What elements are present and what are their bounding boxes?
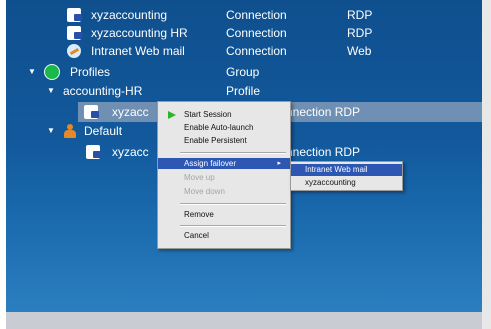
connection-icon bbox=[67, 26, 82, 40]
tree-row-profile[interactable]: ▼ accounting-HR Profile bbox=[6, 81, 482, 101]
expand-toggle-icon[interactable]: ▼ bbox=[28, 62, 36, 82]
status-bar bbox=[6, 312, 482, 329]
connection-type: Connection bbox=[226, 8, 287, 22]
group-name: Profiles bbox=[70, 65, 111, 79]
window-edge bbox=[482, 0, 491, 329]
submenu-item-label: xyzaccounting bbox=[305, 178, 356, 187]
connection-icon bbox=[84, 105, 99, 119]
group-icon bbox=[44, 64, 60, 80]
tree-row-connection[interactable]: xyzaccounting HR Connection RDP bbox=[6, 23, 482, 43]
menu-item-label: Assign failover bbox=[184, 159, 237, 168]
connection-name: xyzaccounting bbox=[91, 8, 168, 22]
menu-item-move-down[interactable]: Move down bbox=[158, 186, 290, 197]
connection-protocol: RDP bbox=[347, 8, 373, 22]
tree-row-connection[interactable]: Intranet Web mail Connection Web bbox=[6, 41, 482, 61]
submenu-arrow-icon: ▸ bbox=[277, 160, 281, 167]
menu-separator bbox=[180, 225, 286, 227]
profile-name: accounting-HR bbox=[63, 84, 143, 98]
connection-icon bbox=[67, 8, 82, 22]
connection-type: Connection bbox=[226, 44, 287, 58]
menu-separator bbox=[180, 203, 286, 205]
menu-item-label: Start Session bbox=[184, 110, 232, 119]
context-menu: Start Session Enable Auto-launch Enable … bbox=[157, 101, 291, 249]
menu-item-label: Cancel bbox=[184, 231, 209, 240]
profile-type: Profile bbox=[226, 84, 261, 98]
connection-type: nnection RDP bbox=[286, 105, 361, 119]
submenu-item-xyzaccounting[interactable]: xyzaccounting bbox=[291, 177, 402, 189]
failover-submenu: Intranet Web mail xyzaccounting bbox=[290, 161, 403, 191]
menu-item-move-up[interactable]: Move up bbox=[158, 172, 290, 183]
menu-item-label: Enable Persistent bbox=[184, 136, 247, 145]
connection-icon bbox=[86, 145, 101, 159]
connection-name: xyzaccounting HR bbox=[91, 26, 188, 40]
connection-protocol: Web bbox=[347, 44, 372, 58]
menu-separator bbox=[180, 152, 286, 154]
connection-name: xyzacc bbox=[112, 105, 149, 119]
menu-item-remove[interactable]: Remove bbox=[158, 209, 290, 220]
tree-row-group[interactable]: ▼ Profiles Group bbox=[6, 62, 482, 82]
connection-type: nnection RDP bbox=[286, 145, 361, 159]
expand-toggle-icon[interactable]: ▼ bbox=[47, 121, 55, 141]
profile-name: Default bbox=[84, 124, 123, 138]
menu-item-label: Enable Auto-launch bbox=[184, 123, 254, 132]
group-type: Group bbox=[226, 65, 260, 79]
menu-item-assign-failover[interactable]: Assign failover ▸ bbox=[158, 158, 290, 169]
menu-item-start-session[interactable]: Start Session bbox=[158, 109, 290, 120]
expand-toggle-icon[interactable]: ▼ bbox=[47, 81, 55, 101]
connection-type: Connection bbox=[226, 26, 287, 40]
tree-row-connection[interactable]: xyzaccounting Connection RDP bbox=[6, 5, 482, 25]
play-icon bbox=[168, 111, 176, 119]
menu-item-label: Remove bbox=[184, 210, 214, 219]
connection-protocol: RDP bbox=[347, 26, 373, 40]
menu-item-label: Move up bbox=[184, 173, 215, 182]
menu-item-enable-persistent[interactable]: Enable Persistent bbox=[158, 135, 290, 146]
submenu-item-intranet-web-mail[interactable]: Intranet Web mail bbox=[291, 164, 402, 176]
menu-item-cancel[interactable]: Cancel bbox=[158, 230, 290, 241]
user-profile-icon bbox=[64, 124, 76, 138]
connection-name: Intranet Web mail bbox=[91, 44, 185, 58]
menu-item-enable-auto-launch[interactable]: Enable Auto-launch bbox=[158, 122, 290, 133]
web-connection-icon bbox=[67, 44, 81, 58]
connection-name: xyzacc bbox=[112, 145, 149, 159]
menu-item-label: Move down bbox=[184, 187, 225, 196]
submenu-item-label: Intranet Web mail bbox=[305, 165, 368, 174]
